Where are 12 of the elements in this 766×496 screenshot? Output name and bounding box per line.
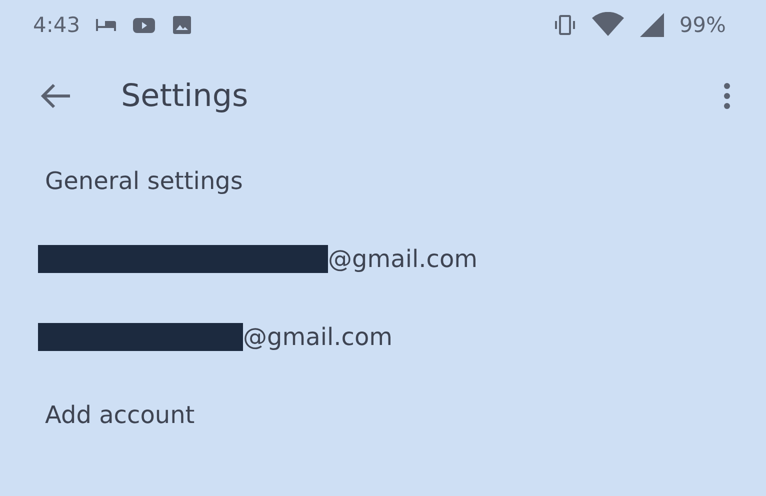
account-email[interactable]: @gmail.com [243, 323, 393, 351]
account-email[interactable]: @gmail.com [328, 245, 478, 273]
signal-icon [639, 12, 666, 38]
status-time: 4:43 [33, 13, 80, 37]
battery-percent: 99% [679, 13, 726, 37]
wifi-icon [591, 12, 626, 38]
settings-item[interactable]: General settings [45, 167, 243, 195]
settings-item[interactable]: Add account [45, 401, 195, 429]
vibrate-icon [553, 13, 578, 37]
page-title: Settings [121, 78, 250, 114]
back-arrow-icon [40, 82, 72, 110]
more-vertical-icon [722, 82, 732, 110]
